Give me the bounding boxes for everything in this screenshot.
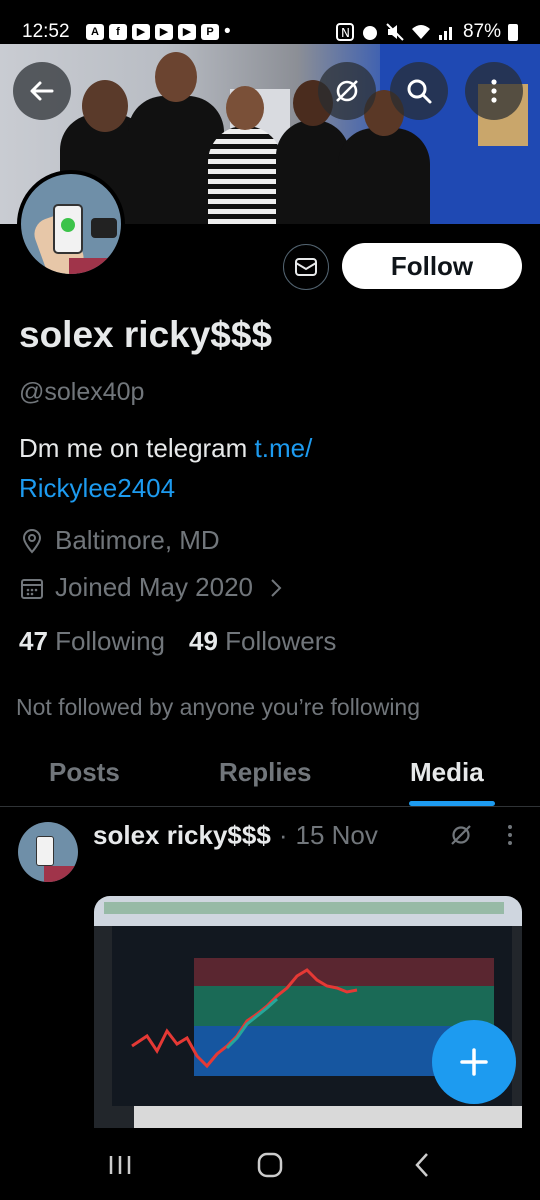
battery-percent: 87% <box>462 21 501 42</box>
youtube-icon: ▶ <box>155 24 173 40</box>
system-back-button[interactable] <box>402 1148 442 1182</box>
more-options-button[interactable] <box>465 62 523 120</box>
profile-handle: @solex40p <box>19 378 145 406</box>
back-arrow-icon <box>30 81 54 101</box>
more-vertical-icon[interactable] <box>500 822 520 848</box>
alert-icon: A <box>86 24 104 40</box>
post-date[interactable]: 15 Nov <box>295 820 377 851</box>
recent-apps-button[interactable] <box>100 1148 140 1182</box>
facebook-icon: f <box>109 24 127 40</box>
more-vertical-icon <box>491 79 497 103</box>
status-right: N 87% <box>335 21 518 43</box>
nfc-icon: N <box>335 23 354 41</box>
notification-icons: A f ▶ ▶ ▶ P • <box>86 21 231 43</box>
plus-icon <box>460 1048 488 1076</box>
back-button[interactable] <box>13 62 71 120</box>
pinterest-icon: P <box>201 24 219 40</box>
grok-icon <box>336 80 358 102</box>
wifi-icon <box>411 25 430 39</box>
status-bar: 12:52 A f ▶ ▶ ▶ P • N 87% <box>0 0 540 44</box>
bio-link-continued[interactable]: Rickylee2404 <box>19 473 175 503</box>
profile-bio: Dm me on telegram t.me/Rickylee2404 <box>19 428 519 508</box>
active-tab-indicator <box>409 801 495 806</box>
profile-location: Baltimore, MD <box>19 525 220 556</box>
following-count: 47 <box>19 626 48 656</box>
tab-media[interactable]: Media <box>410 757 484 788</box>
alarm-icon <box>362 26 377 40</box>
follow-counts: 47 Following 49 Followers <box>19 626 336 657</box>
follow-button[interactable]: Follow <box>342 243 522 289</box>
calendar-icon <box>21 578 43 599</box>
location-text: Baltimore, MD <box>55 525 220 555</box>
profile-name: solex ricky$$$ <box>19 314 273 355</box>
following-label: Following <box>55 626 165 656</box>
svg-text:N: N <box>341 26 350 40</box>
more-notifications-dot: • <box>224 21 231 42</box>
tab-posts[interactable]: Posts <box>49 757 120 788</box>
system-navigation-bar <box>0 1128 540 1200</box>
search-icon <box>407 79 432 104</box>
chevron-left-icon <box>415 1153 428 1177</box>
youtube-icon: ▶ <box>178 24 196 40</box>
joined-text: Joined May 2020 <box>55 572 254 602</box>
bio-text: Dm me on telegram <box>19 433 255 463</box>
profile-avatar[interactable] <box>17 170 125 278</box>
compose-button[interactable] <box>432 1020 516 1104</box>
home-icon <box>257 1152 283 1178</box>
followers-label: Followers <box>225 626 337 656</box>
battery-icon <box>508 23 518 41</box>
post-avatar[interactable] <box>18 822 78 882</box>
grok-icon[interactable] <box>448 822 474 848</box>
message-button[interactable] <box>283 244 329 290</box>
chevron-right-icon <box>271 578 282 597</box>
followers-link[interactable]: 49 Followers <box>189 626 336 657</box>
not-followed-notice: Not followed by anyone you’re following <box>16 694 421 720</box>
mail-icon <box>295 258 317 276</box>
profile-tabs: Posts Replies Media <box>0 745 540 807</box>
location-pin-icon <box>22 528 42 554</box>
profile-joined[interactable]: Joined May 2020 <box>19 572 289 603</box>
grok-button[interactable] <box>318 62 376 120</box>
tab-replies[interactable]: Replies <box>219 757 312 788</box>
post-separator: · <box>278 820 288 850</box>
post-header: solex ricky$$$ · 15 Nov <box>93 820 378 851</box>
youtube-icon: ▶ <box>132 24 150 40</box>
banner-person <box>338 90 430 224</box>
status-time: 12:52 <box>22 21 70 42</box>
home-button[interactable] <box>250 1148 290 1182</box>
post-author[interactable]: solex ricky$$$ <box>93 820 271 851</box>
bio-link[interactable]: t.me/ <box>255 433 313 463</box>
followers-count: 49 <box>188 626 218 656</box>
following-link[interactable]: 47 Following <box>19 626 165 657</box>
signal-icon <box>438 27 452 40</box>
recents-icon <box>109 1156 131 1174</box>
search-button[interactable] <box>390 62 448 120</box>
mute-icon <box>386 23 404 41</box>
banner-person <box>208 86 282 224</box>
